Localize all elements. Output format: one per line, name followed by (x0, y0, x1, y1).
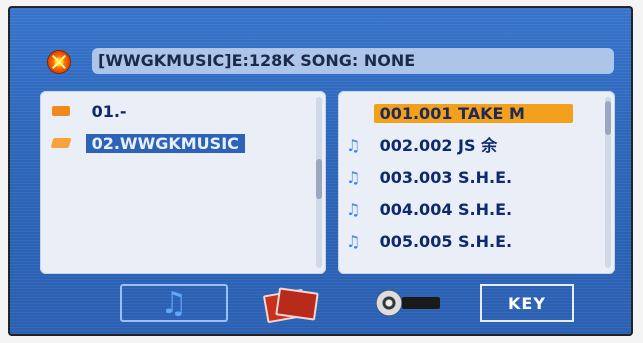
key-button-label: KEY (508, 293, 546, 313)
music-note-icon: ♫ (346, 232, 361, 251)
folder-item[interactable]: 01.- (52, 101, 314, 123)
disc-icon (48, 51, 70, 73)
song-item-label: 001.001 TAKE M (373, 104, 573, 123)
folder-list-panel: 01.- 02.WWGKMUSIC (40, 91, 326, 274)
music-note-icon: ♫ (346, 136, 361, 155)
music-note-icon: ♫ (346, 200, 361, 219)
player-screen: [WWGKMUSIC]E:128K SONG: NONE 01.- 02.WWG… (8, 6, 633, 336)
tab-video[interactable] (373, 284, 447, 322)
folder-scrollbar-thumb[interactable] (316, 159, 322, 199)
folder-item-selected[interactable]: 02.WWGKMUSIC (50, 133, 314, 155)
status-bar: [WWGKMUSIC]E:128K SONG: NONE (92, 48, 614, 74)
tab-photo[interactable] (261, 284, 319, 324)
key-button[interactable]: KEY (480, 284, 574, 322)
song-list-panel: 001.001 TAKE M ♫ 002.002 JS 余 ♫ 003.003 … (338, 91, 615, 274)
tab-music[interactable]: ♫ (120, 284, 228, 322)
song-item[interactable]: ♫ 002.002 JS 余 (346, 135, 608, 157)
photo-icon (262, 287, 319, 324)
song-item[interactable]: ♫ 005.005 S.H.E. (346, 231, 608, 253)
open-folder-icon (50, 137, 72, 148)
song-item-label: 004.004 S.H.E. (379, 200, 513, 219)
song-item-highlighted[interactable]: 001.001 TAKE M (346, 103, 608, 125)
music-note-icon: ♫ (346, 168, 361, 187)
song-scrollbar-thumb[interactable] (605, 101, 611, 135)
film-reel-icon (374, 288, 446, 318)
song-item-label: 003.003 S.H.E. (379, 168, 513, 187)
folder-item-label: 01.- (91, 102, 127, 121)
music-note-icon: ♫ (160, 285, 188, 321)
song-item-label: 002.002 JS 余 (379, 136, 498, 155)
song-item-label: 005.005 S.H.E. (379, 232, 513, 251)
song-item[interactable]: ♫ 003.003 S.H.E. (346, 167, 608, 189)
folder-item-label: 02.WWGKMUSIC (85, 134, 245, 153)
folder-scrollbar[interactable] (316, 97, 322, 268)
status-text: [WWGKMUSIC]E:128K SONG: NONE (98, 51, 416, 70)
song-scrollbar[interactable] (605, 97, 611, 268)
folder-icon (52, 105, 70, 116)
song-item[interactable]: ♫ 004.004 S.H.E. (346, 199, 608, 221)
